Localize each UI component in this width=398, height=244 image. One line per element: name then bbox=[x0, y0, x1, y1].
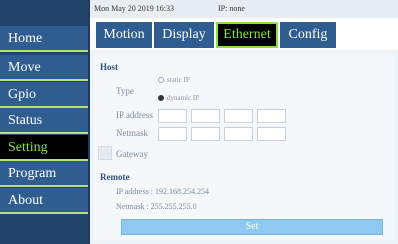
sidebar-item-program[interactable]: Program bbox=[0, 161, 88, 187]
tab-config[interactable]: Config bbox=[280, 22, 336, 48]
dynamic-ip-label: dynamic IP bbox=[167, 94, 200, 102]
radio-checked-icon bbox=[158, 95, 164, 102]
host-section-title: Host bbox=[100, 62, 118, 72]
ip-octet-4-input[interactable] bbox=[257, 109, 286, 123]
ip-status-text: IP: none bbox=[218, 4, 245, 13]
static-ip-label: static IP bbox=[167, 76, 190, 84]
ip-octet-1-input[interactable] bbox=[158, 109, 187, 123]
netmask-octet-1-input[interactable] bbox=[158, 127, 187, 141]
sidebar-item-move[interactable]: Move bbox=[0, 55, 88, 81]
ip-octet-2-input[interactable] bbox=[191, 109, 220, 123]
sidebar-item-gpio[interactable]: Gpio bbox=[0, 82, 88, 108]
status-bar: Mon May 20 2019 16:33 IP: none bbox=[90, 0, 398, 18]
tab-motion[interactable]: Motion bbox=[96, 22, 152, 48]
sidebar-item-about[interactable]: About bbox=[0, 188, 88, 214]
set-button[interactable]: Set bbox=[121, 219, 383, 235]
radio-icon bbox=[158, 77, 164, 84]
tab-display[interactable]: Display bbox=[154, 22, 214, 48]
remote-ip-text: IP address : 192.168.254.254 bbox=[116, 187, 210, 196]
netmask-octet-2-input[interactable] bbox=[191, 127, 220, 141]
sidebar-item-setting[interactable]: Setting bbox=[0, 135, 88, 161]
ip-address-label: IP address bbox=[116, 110, 153, 120]
sidebar: Home Move Gpio Status Setting Program Ab… bbox=[0, 0, 88, 244]
netmask-octet-4-input[interactable] bbox=[257, 127, 286, 141]
sidebar-item-status[interactable]: Status bbox=[0, 108, 88, 134]
remote-section-title: Remote bbox=[100, 172, 130, 182]
sidebar-item-home[interactable]: Home bbox=[0, 26, 88, 52]
dynamic-ip-radio[interactable]: dynamic IP bbox=[158, 94, 199, 102]
ip-octet-3-input[interactable] bbox=[224, 109, 253, 123]
remote-netmask-text: Netmask : 255.255.255.0 bbox=[116, 202, 197, 211]
datetime-text: Mon May 20 2019 16:33 bbox=[94, 4, 174, 13]
gateway-label: Gateway bbox=[116, 149, 148, 159]
gateway-checkbox[interactable] bbox=[98, 146, 112, 160]
netmask-label: Netmask bbox=[116, 128, 148, 138]
ethernet-settings-panel: Host Type static IP dynamic IP IP addres… bbox=[94, 54, 394, 240]
tab-ethernet[interactable]: Ethernet bbox=[216, 22, 278, 48]
type-label: Type bbox=[116, 86, 134, 96]
main-panel: Mon May 20 2019 16:33 IP: none Motion Di… bbox=[90, 0, 398, 244]
netmask-octet-3-input[interactable] bbox=[224, 127, 253, 141]
tab-bar: Motion Display Ethernet Config bbox=[90, 18, 398, 50]
static-ip-radio[interactable]: static IP bbox=[158, 76, 190, 84]
